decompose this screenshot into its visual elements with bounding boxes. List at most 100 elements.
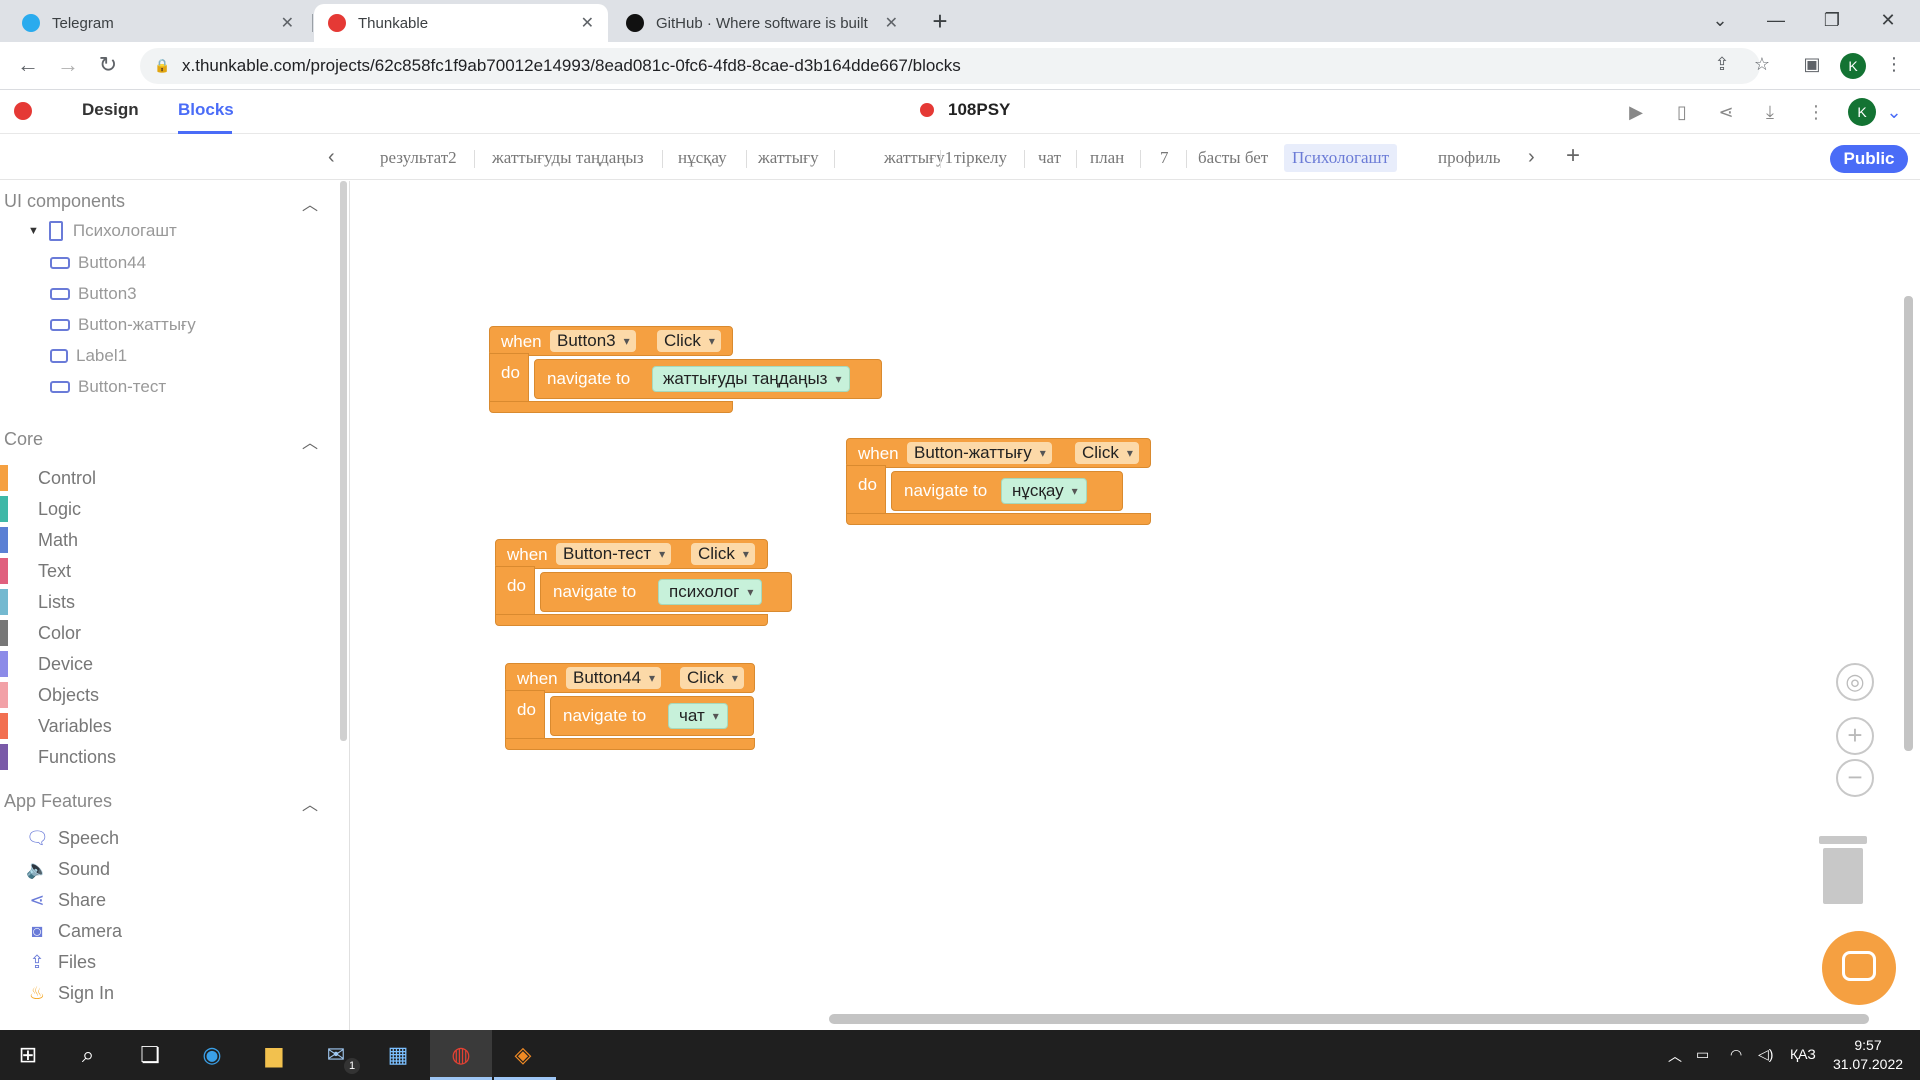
chevron-down-icon[interactable]: ⌄ (1882, 100, 1906, 124)
feature-item-speech[interactable]: 🗨 Speech (26, 828, 119, 849)
tree-screen[interactable]: ▼ Психологашт (28, 221, 177, 241)
screen-dropdown[interactable]: нұсқау (1001, 478, 1087, 504)
core-item-lists[interactable]: Lists (0, 589, 75, 615)
tree-item-button-zhattygu[interactable]: Button-жаттығу (50, 315, 196, 335)
tab-design[interactable]: Design (82, 100, 139, 120)
minimize-icon[interactable]: — (1748, 0, 1804, 42)
feature-item-camera[interactable]: ◙ Camera (26, 921, 122, 942)
app-icon[interactable]: ◈ (507, 1039, 539, 1071)
screen-tab[interactable]: профиль (1430, 144, 1508, 172)
event-dropdown[interactable]: Click (680, 667, 744, 689)
expand-caret-icon[interactable]: ▼ (28, 225, 39, 237)
address-bar[interactable]: 🔒 x.thunkable.com/projects/62c858fc1f9ab… (140, 48, 1760, 84)
core-item-objects[interactable]: Objects (0, 682, 99, 708)
tree-item-button44[interactable]: Button44 (50, 253, 146, 273)
feature-item-sound[interactable]: 🔈 Sound (26, 859, 110, 880)
recenter-icon[interactable]: ◎ (1836, 663, 1874, 701)
tab-blocks[interactable]: Blocks (178, 100, 234, 120)
component-dropdown[interactable]: Button3 (550, 330, 636, 352)
screen-tab-active[interactable]: Психологашт (1284, 144, 1398, 172)
wifi-icon[interactable]: ◠ (1730, 1046, 1742, 1063)
palette-scrollbar[interactable] (340, 181, 347, 741)
thunkable-logo-icon[interactable] (14, 102, 32, 120)
feature-item-files[interactable]: ⇪ Files (26, 952, 96, 973)
tray-overflow-icon[interactable]: ︿ (1668, 1046, 1682, 1066)
screen-dropdown[interactable]: психолог (658, 579, 763, 605)
share-page-icon[interactable]: ⇪ (1708, 50, 1736, 78)
browser-tab-telegram[interactable]: Telegram ✕ (8, 4, 308, 42)
blocks-workspace[interactable]: when Button3 Click do navigate to жаттығ… (351, 181, 1920, 1030)
file-explorer-icon[interactable]: ▆ (258, 1039, 290, 1071)
screen-tab[interactable]: план (1082, 144, 1132, 172)
store-icon[interactable]: ▦ (382, 1039, 414, 1071)
close-tab-icon[interactable]: ✕ (281, 13, 294, 33)
clock[interactable]: 9:57 31.07.2022 (1826, 1036, 1910, 1074)
section-core[interactable]: Core (4, 429, 43, 450)
workspace-vertical-scrollbar[interactable] (1904, 296, 1913, 751)
tree-item-button-test[interactable]: Button-тест (50, 377, 166, 397)
screen-dropdown[interactable]: чат (668, 703, 728, 729)
event-dropdown[interactable]: Click (657, 330, 721, 352)
core-item-logic[interactable]: Logic (0, 496, 81, 522)
volume-icon[interactable]: ◁) (1758, 1046, 1773, 1063)
core-item-text[interactable]: Text (0, 558, 71, 584)
tree-item-button3[interactable]: Button3 (50, 284, 137, 304)
live-test-phone-icon[interactable]: ▯ (1670, 100, 1694, 124)
more-menu-icon[interactable]: ⋮ (1804, 100, 1828, 124)
close-window-icon[interactable]: ✕ (1860, 0, 1916, 42)
browser-tab-thunkable[interactable]: Thunkable ✕ (314, 4, 608, 42)
bookmark-star-icon[interactable]: ☆ (1748, 50, 1776, 78)
core-item-color[interactable]: Color (0, 620, 81, 646)
browser-profile-avatar[interactable]: K (1840, 53, 1866, 79)
forward-icon[interactable]: → (52, 50, 84, 82)
screen-tab[interactable]: басты бет (1190, 144, 1276, 172)
screen-tab[interactable]: жаттығу (750, 144, 827, 172)
workspace-horizontal-scrollbar[interactable] (829, 1014, 1869, 1024)
screen-dropdown[interactable]: жаттығуды таңдаңыз (652, 366, 851, 392)
event-dropdown[interactable]: Click (691, 543, 755, 565)
collapse-icon[interactable]: ︿ (302, 429, 318, 453)
trash-icon[interactable] (1819, 836, 1867, 906)
screen-tab[interactable]: жаттығуды таңдаңыз (484, 144, 652, 172)
download-icon[interactable]: ⤓ (1758, 100, 1782, 124)
tab-search-icon[interactable]: ⌄ (1692, 0, 1748, 42)
event-dropdown[interactable]: Click (1075, 442, 1139, 464)
support-chat-button[interactable] (1822, 931, 1896, 1005)
extensions-icon[interactable]: ▣ (1798, 50, 1826, 78)
battery-icon[interactable]: ▭ (1696, 1046, 1709, 1063)
collapse-icon[interactable]: ︿ (302, 191, 318, 215)
component-dropdown[interactable]: Button-тест (556, 543, 672, 565)
core-item-device[interactable]: Device (0, 651, 93, 677)
screen-tab[interactable]: результат2 (372, 144, 465, 172)
url-text[interactable]: x.thunkable.com/projects/62c858fc1f9ab70… (182, 56, 961, 76)
screen-tab[interactable]: чат (1030, 144, 1069, 172)
user-avatar[interactable]: K (1848, 98, 1876, 126)
restore-icon[interactable]: ❐ (1804, 0, 1860, 42)
play-icon[interactable]: ▶ (1624, 100, 1648, 124)
screen-tab[interactable]: нұсқау (670, 144, 735, 172)
language-indicator[interactable]: ҚАЗ (1790, 1046, 1816, 1062)
feature-item-share[interactable]: ⋖ Share (26, 890, 106, 911)
screen-tab[interactable]: 7 (1152, 144, 1177, 172)
share-icon[interactable]: ⋖ (1714, 100, 1738, 124)
tree-item-label1[interactable]: Label1 (50, 346, 127, 366)
new-tab-button[interactable]: + (924, 6, 956, 38)
edge-icon[interactable]: ◉ (196, 1039, 228, 1071)
core-item-control[interactable]: Control (0, 465, 96, 491)
section-ui-components[interactable]: UI components (4, 191, 125, 212)
component-dropdown[interactable]: Button-жаттығу (907, 442, 1052, 464)
core-item-math[interactable]: Math (0, 527, 78, 553)
section-app-features[interactable]: App Features (4, 791, 112, 812)
add-screen-icon[interactable]: + (1566, 142, 1580, 170)
chrome-icon[interactable]: ◍ (445, 1039, 477, 1071)
component-dropdown[interactable]: Button44 (566, 667, 662, 689)
core-item-functions[interactable]: Functions (0, 744, 116, 770)
close-tab-icon[interactable]: ✕ (581, 13, 594, 33)
windows-start-icon[interactable]: ⊞ (12, 1039, 44, 1071)
close-tab-icon[interactable]: ✕ (885, 13, 898, 33)
task-view-icon[interactable]: ❏ (134, 1039, 166, 1071)
feature-item-sign-in[interactable]: ♨ Sign In (26, 983, 114, 1004)
back-icon[interactable]: ← (12, 50, 44, 82)
collapse-icon[interactable]: ︿ (302, 791, 318, 815)
browser-menu-icon[interactable]: ⋮ (1880, 50, 1908, 78)
